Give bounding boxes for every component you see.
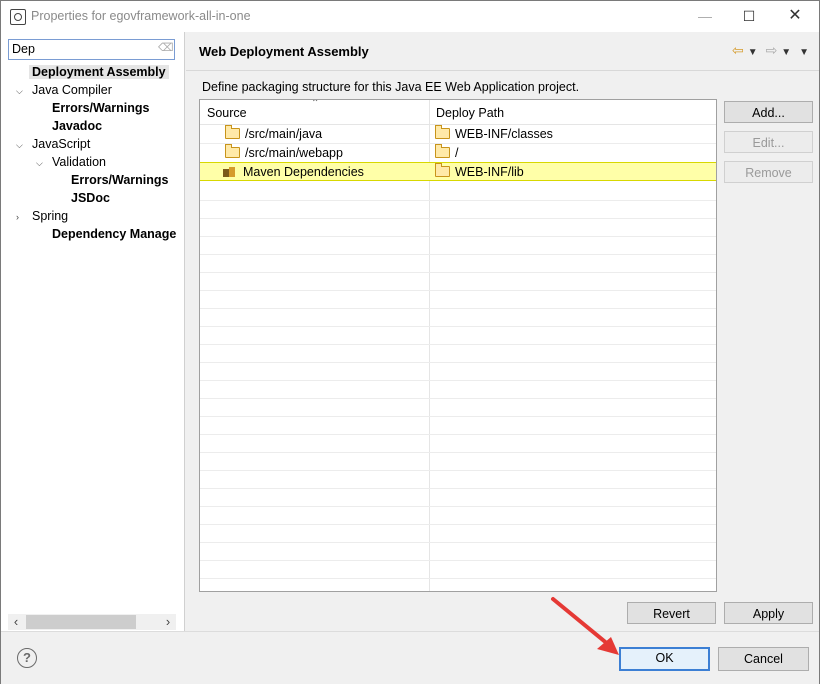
folder-icon [435,125,450,139]
row-source: Maven Dependencies [243,165,364,179]
table-header: ⌃ Source Deploy Path [200,100,716,125]
sort-caret-icon: ⌃ [311,99,320,109]
empty-row [200,290,716,309]
empty-row [200,506,716,525]
tree-item-deployment-assembly[interactable]: Deployment Assembly [29,65,169,79]
empty-row [200,560,716,579]
page-header: Web Deployment Assembly ⇦ ▼ ⇨ ▼ ▼ [186,32,819,71]
empty-row [200,308,716,327]
properties-dialog: Properties for egovframework-all-in-one … [0,0,820,684]
row-deploy-path: WEB-INF/classes [455,127,553,141]
tree-item-jsdoc[interactable]: JSDoc [71,191,110,205]
empty-row [200,344,716,363]
page-title: Web Deployment Assembly [199,44,369,59]
scroll-left-icon[interactable]: ‹ [8,614,24,630]
tree-item-java-compiler[interactable]: Java Compiler [32,83,112,97]
empty-row [200,218,716,237]
close-button[interactable]: ✕ [781,5,809,27]
apply-button[interactable]: Apply [724,602,813,624]
folder-icon [435,163,450,177]
window-title: Properties for egovframework-all-in-one [31,9,251,23]
view-menu-icon[interactable]: ▼ [799,47,809,58]
column-header-deploy-path[interactable]: Deploy Path [436,106,504,120]
row-deploy-path: WEB-INF/lib [455,165,524,179]
row-source: /src/main/java [245,127,323,141]
dialog-footer: ? OK Cancel [1,631,819,684]
empty-row [200,434,716,453]
eclipse-icon [10,9,26,25]
filter-input-value: Dep [12,42,35,56]
folder-icon [225,125,240,139]
library-icon [223,167,237,177]
back-arrow-icon[interactable]: ⇦ [732,42,744,59]
table-row-selected[interactable]: Maven Dependencies WEB-INF/lib [200,162,716,181]
title-bar: Properties for egovframework-all-in-one … [1,1,819,32]
empty-row [200,542,716,561]
empty-row [200,326,716,345]
tree-item-spring[interactable]: Spring [32,209,68,223]
tree-item-js-errors-warnings[interactable]: Errors/Warnings [71,173,168,187]
table-row[interactable]: /src/main/webapp / [200,144,716,163]
empty-row [200,272,716,291]
maximize-button[interactable]: ☐ [735,5,763,27]
cancel-button[interactable]: Cancel [718,647,809,671]
empty-row [200,236,716,255]
empty-row [200,200,716,219]
empty-row [200,182,716,201]
scroll-right-icon[interactable]: › [160,614,176,630]
table-row[interactable]: /src/main/java WEB-INF/classes [200,125,716,144]
page-description: Define packaging structure for this Java… [202,80,580,94]
empty-row [200,398,716,417]
tree-item-validation[interactable]: Validation [52,155,106,169]
empty-row [200,416,716,435]
row-deploy-path: / [455,146,459,160]
chevron-down-icon[interactable]: ⌵ [16,140,23,151]
assembly-table[interactable]: ⌃ Source Deploy Path /src/main/java WEB-… [199,99,717,592]
edit-button[interactable]: Edit... [724,131,813,153]
tree-item-dependency-management[interactable]: Dependency Manage [52,227,176,241]
property-page: Web Deployment Assembly ⇦ ▼ ⇨ ▼ ▼ Define p… [186,32,819,631]
empty-row [200,380,716,399]
row-source: /src/main/webapp [245,146,343,160]
folder-icon [225,144,240,158]
chevron-right-icon[interactable]: › [16,212,19,222]
tree-item-java-errors-warnings[interactable]: Errors/Warnings [52,101,149,115]
empty-row [200,362,716,381]
clear-filter-icon[interactable]: ⌫ [158,42,174,55]
forward-dropdown-icon[interactable]: ▼ [781,47,791,58]
back-dropdown-icon[interactable]: ▼ [748,47,758,58]
red-arrow-icon [551,597,619,655]
preference-tree-pane: Dep ⌫ Deployment Assembly ⌵ Java Compile… [1,32,185,631]
add-button[interactable]: Add... [724,101,813,123]
column-header-source[interactable]: Source [207,106,247,120]
remove-button[interactable]: Remove [724,161,813,183]
empty-row [200,470,716,489]
forward-arrow-icon[interactable]: ⇨ [766,42,778,59]
tree-item-javadoc[interactable]: Javadoc [52,119,102,133]
help-icon[interactable]: ? [17,648,37,668]
revert-button[interactable]: Revert [627,602,716,624]
folder-icon [435,144,450,158]
chevron-down-icon[interactable]: ⌵ [16,86,23,97]
page-navigation: ⇦ ▼ ⇨ ▼ ▼ [728,42,809,59]
minimize-button[interactable]: — [691,5,719,27]
empty-row [200,254,716,273]
horizontal-scrollbar[interactable]: ‹ › [8,614,176,630]
chevron-down-icon[interactable]: ⌵ [36,158,43,169]
scrollbar-thumb[interactable] [26,615,136,629]
empty-row [200,488,716,507]
empty-row [200,524,716,543]
empty-row [200,452,716,471]
tree-item-javascript[interactable]: JavaScript [32,137,90,151]
filter-input[interactable]: Dep ⌫ [8,39,175,60]
